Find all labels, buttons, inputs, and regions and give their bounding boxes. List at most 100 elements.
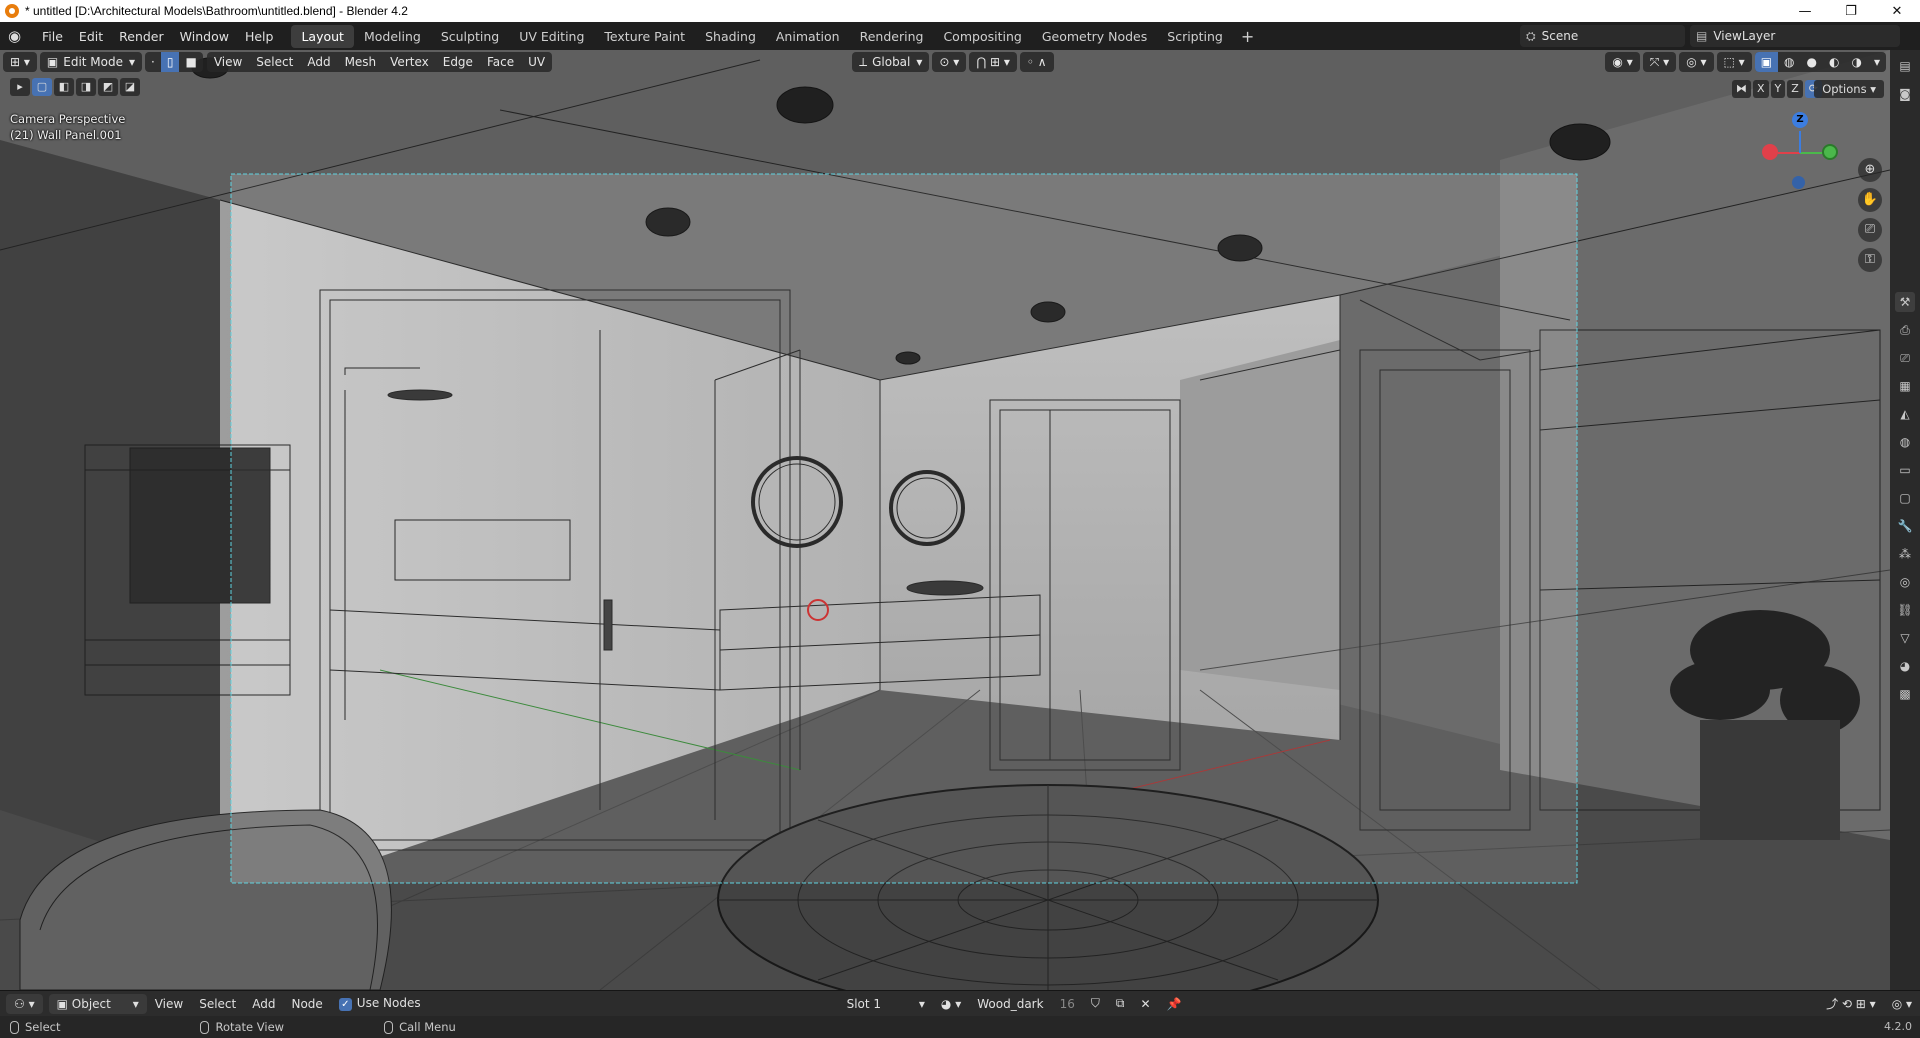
gizmo-button[interactable]: ⤧ ▾ (1642, 52, 1677, 72)
menu-file[interactable]: File (34, 26, 71, 47)
vertex-select-icon[interactable]: · (145, 52, 161, 72)
chevron-down-icon[interactable]: ▾ (1868, 52, 1886, 72)
menu-uv[interactable]: UV (521, 52, 553, 72)
scene-selector[interactable]: ⛭ Scene (1520, 25, 1685, 47)
rendered-shading-icon[interactable]: ◑ (1845, 52, 1867, 72)
world-properties-icon[interactable]: ◍ (1895, 432, 1915, 452)
new-selection-icon[interactable]: ▢ (32, 78, 52, 96)
menu-add[interactable]: Add (300, 52, 338, 72)
pivot-point-button[interactable]: ⊙ ▾ (932, 52, 967, 72)
tab-layout[interactable]: Layout (291, 24, 354, 48)
active-tool-icon[interactable]: ⚒ (1895, 292, 1915, 312)
snap-nodes-icon[interactable]: ⤴ ⟲ ⊞ ▾ (1818, 995, 1884, 1012)
tab-compositing[interactable]: Compositing (933, 25, 1031, 48)
gizmo-x-axis[interactable] (1762, 144, 1778, 160)
3d-viewport[interactable]: ⊞ ▾ ▣ Edit Mode ▾ · ▯ ■ View Select Add … (0, 50, 1890, 990)
intersect-selection-icon[interactable]: ◪ (120, 78, 140, 96)
add-workspace-button[interactable]: + (1233, 25, 1262, 48)
lock-icon[interactable]: ⚿ (1858, 248, 1882, 272)
proportional-editing-button[interactable]: ◦ ∧ (1019, 52, 1054, 72)
fake-user-icon[interactable]: ⛉ (1083, 996, 1108, 1011)
constraints-properties-icon[interactable]: ⛓ (1895, 600, 1915, 620)
face-select-icon[interactable]: ■ (179, 52, 202, 72)
maximize-button[interactable]: ❐ (1828, 0, 1874, 22)
invert-selection-icon[interactable]: ◩ (98, 78, 118, 96)
tab-uv-editing[interactable]: UV Editing (509, 25, 594, 48)
tab-sculpting[interactable]: Sculpting (431, 25, 509, 48)
mesh-edit-overlays-button[interactable]: ⬚ ▾ (1716, 52, 1752, 72)
duplicate-material-icon[interactable]: ⧉ (1108, 996, 1133, 1011)
shader-menu-node[interactable]: Node (283, 997, 330, 1011)
navigation-gizmo[interactable]: Z (1760, 112, 1840, 192)
axis-x-toggle[interactable]: X (1752, 80, 1769, 98)
menu-window[interactable]: Window (172, 26, 237, 47)
menu-help[interactable]: Help (237, 26, 282, 47)
tab-modeling[interactable]: Modeling (354, 25, 431, 48)
camera-view-icon[interactable]: ⎚ (1858, 218, 1882, 242)
gizmo-neg-z-axis[interactable] (1792, 176, 1805, 189)
material-name-field[interactable]: Wood_dark (969, 997, 1051, 1011)
data-properties-icon[interactable]: ▽ (1895, 628, 1915, 648)
menu-select[interactable]: Select (249, 52, 301, 72)
options-dropdown[interactable]: Options ▾ (1814, 80, 1884, 98)
unlink-material-icon[interactable]: ✕ (1132, 997, 1158, 1011)
modifier-properties-icon[interactable]: 🔧 (1895, 516, 1915, 536)
menu-mesh[interactable]: Mesh (337, 52, 384, 72)
particles-properties-icon[interactable]: ⁂ (1895, 544, 1915, 564)
tab-texture-paint[interactable]: Texture Paint (594, 25, 695, 48)
close-button[interactable]: ✕ (1874, 0, 1920, 22)
object-properties-icon[interactable]: ▢ (1895, 488, 1915, 508)
output-properties-icon[interactable]: ⎚ (1895, 348, 1915, 368)
gizmo-z-axis[interactable]: Z (1792, 112, 1808, 128)
shader-editor-type-button[interactable]: ⚇ ▾ (6, 993, 43, 1014)
material-browse-button[interactable]: ◕ ▾ (933, 997, 969, 1011)
transform-orientation-selector[interactable]: ⟂ Global ▾ (852, 52, 930, 72)
shader-menu-select[interactable]: Select (191, 997, 244, 1011)
snapping-button[interactable]: ⋂ ⊞ ▾ (969, 52, 1017, 72)
pan-hand-icon[interactable]: ✋ (1858, 188, 1882, 212)
tab-geometry-nodes[interactable]: Geometry Nodes (1032, 25, 1157, 48)
mode-selector[interactable]: ▣ Edit Mode ▾ (39, 52, 143, 72)
menu-render[interactable]: Render (111, 26, 172, 47)
select-box-tool-icon[interactable]: ▸ (10, 78, 30, 96)
minimize-button[interactable]: — (1782, 0, 1828, 22)
menu-edit[interactable]: Edit (71, 26, 111, 47)
extend-selection-icon[interactable]: ◧ (54, 78, 74, 96)
node-overlays-icon[interactable]: ◎ ▾ (1884, 997, 1920, 1011)
overlays-button[interactable]: ◎ ▾ (1679, 52, 1714, 72)
editor-type-button[interactable]: ⊞ ▾ (3, 52, 37, 72)
scene-properties-icon[interactable]: ◭ (1895, 404, 1915, 424)
render-properties-icon[interactable]: ⎙ (1895, 320, 1915, 340)
material-slot-selector[interactable]: Slot 1 ▾ (839, 997, 933, 1011)
tab-rendering[interactable]: Rendering (850, 25, 934, 48)
pin-icon[interactable]: 📌 (1159, 997, 1190, 1011)
physics-properties-icon[interactable]: ◎ (1895, 572, 1915, 592)
wireframe-shading-icon[interactable]: ◍ (1778, 52, 1800, 72)
use-nodes-toggle[interactable]: ✓ Use Nodes (331, 996, 429, 1011)
xray-toggle-icon[interactable]: ▣ (1754, 52, 1779, 72)
shader-menu-add[interactable]: Add (244, 997, 283, 1011)
menu-view[interactable]: View (206, 52, 250, 72)
tab-scripting[interactable]: Scripting (1157, 25, 1233, 48)
axis-z-toggle[interactable]: Z (1787, 80, 1803, 98)
view-layer-selector[interactable]: ▤ ViewLayer (1690, 25, 1900, 47)
blender-logo-icon[interactable]: ◉ (8, 27, 26, 45)
axis-y-toggle[interactable]: Y (1770, 80, 1786, 98)
shader-type-selector[interactable]: ▣ Object ▾ (48, 993, 147, 1014)
visibility-button[interactable]: ◉ ▾ (1605, 52, 1640, 72)
view-layer-properties-icon[interactable]: ▦ (1895, 376, 1915, 396)
material-preview-icon[interactable]: ◐ (1823, 52, 1845, 72)
edge-select-icon[interactable]: ▯ (160, 52, 180, 72)
material-users-count[interactable]: 16 (1052, 997, 1083, 1011)
camera-icon[interactable]: ◙ (1895, 84, 1915, 104)
menu-edge[interactable]: Edge (435, 52, 480, 72)
subtract-selection-icon[interactable]: ◨ (76, 78, 96, 96)
tab-animation[interactable]: Animation (766, 25, 850, 48)
solid-shading-icon[interactable]: ● (1801, 52, 1823, 72)
texture-properties-icon[interactable]: ▩ (1895, 684, 1915, 704)
zoom-icon[interactable]: ⊕ (1858, 158, 1882, 182)
gizmo-y-axis[interactable] (1822, 144, 1838, 160)
material-properties-icon[interactable]: ◕ (1895, 656, 1915, 676)
menu-face[interactable]: Face (479, 52, 522, 72)
tab-shading[interactable]: Shading (695, 25, 766, 48)
